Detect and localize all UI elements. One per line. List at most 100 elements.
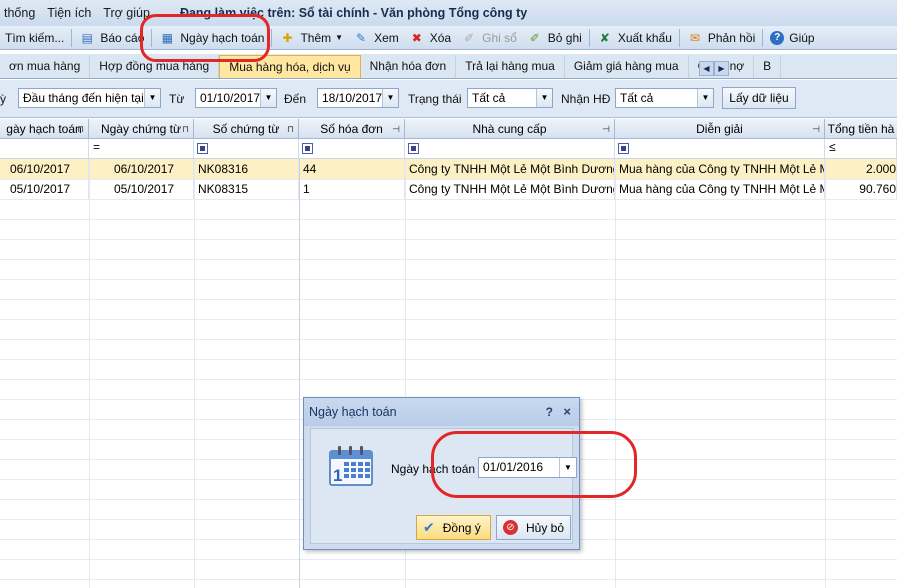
toolbar-separator: [271, 28, 273, 47]
invoice-value: Tất cả: [620, 91, 654, 105]
unpost-button[interactable]: ✐ Bỏ ghi: [522, 27, 587, 49]
period-select[interactable]: Đầu tháng đến hiện tại ▼: [18, 88, 161, 108]
table-row-cell[interactable]: Mua hàng của Công ty TNHH Một Lẻ M: [615, 159, 825, 179]
filter-cell[interactable]: [299, 139, 405, 159]
filter-cell[interactable]: [615, 139, 825, 159]
table-row-cell[interactable]: Công ty TNHH Một Lẻ Một Bình Dương: [405, 179, 615, 199]
pin-icon[interactable]: ⊣: [392, 119, 400, 138]
column-header-posting-date[interactable]: gày hạch toán ⊓: [0, 119, 89, 139]
pin-icon[interactable]: ⊣: [602, 119, 610, 138]
view-button[interactable]: ✎ Xem: [348, 27, 404, 49]
help-button[interactable]: ? Giúp: [765, 27, 819, 49]
table-row-cell[interactable]: NK08315: [194, 179, 299, 199]
pin-icon[interactable]: ⊓: [287, 119, 294, 138]
export-button[interactable]: ✘ Xuất khẩu: [592, 27, 677, 49]
tab-more[interactable]: B: [754, 55, 782, 78]
chevron-left-icon[interactable]: ◀: [699, 61, 714, 76]
envelope-icon: ✉: [689, 30, 700, 45]
tab-receive-invoice[interactable]: Nhận hóa đơn: [361, 55, 457, 78]
pin-icon[interactable]: ⊣: [812, 119, 820, 138]
column-header-total[interactable]: Tổng tiền hà: [825, 119, 897, 139]
posting-date-value: 01/01/2016: [483, 460, 544, 474]
posting-date-label: Ngày hạch toán: [180, 30, 265, 45]
table-row-cell[interactable]: Công ty TNHH Một Lẻ Một Bình Dương: [405, 159, 615, 179]
chevron-right-icon[interactable]: ▶: [714, 61, 729, 76]
chevron-down-icon[interactable]: ▼: [260, 89, 276, 107]
add-button[interactable]: ✚ Thêm ▼: [274, 27, 348, 49]
table-row-cell[interactable]: 1: [299, 179, 405, 199]
column-header-supplier[interactable]: Nhà cung cấp ⊣: [405, 119, 615, 139]
feedback-button[interactable]: ✉ Phản hồi: [682, 27, 760, 49]
table-row-cell[interactable]: 2.000: [825, 159, 897, 179]
table-row-cell[interactable]: 05/10/2017: [89, 179, 194, 199]
column-header-voucher-no[interactable]: Số chứng từ ⊓: [194, 119, 299, 139]
help-icon: ?: [770, 30, 785, 45]
report-button[interactable]: ▤ Báo cáo: [74, 27, 149, 49]
filter-icon[interactable]: [618, 143, 629, 154]
column-header-description[interactable]: Diễn giải ⊣: [615, 119, 825, 139]
toolbar-separator: [588, 28, 590, 47]
posting-date-button[interactable]: ▦ Ngày hạch toán: [154, 27, 269, 49]
filter-icon[interactable]: [302, 143, 313, 154]
pin-icon[interactable]: ⊓: [77, 119, 84, 138]
filter-cell[interactable]: =: [89, 139, 194, 159]
column-divider: [194, 159, 195, 588]
ok-button[interactable]: ✔ Đồng ý: [416, 515, 491, 540]
table-row-cell[interactable]: Mua hàng của Công ty TNHH Một Lẻ M: [615, 179, 825, 199]
dialog-title: Ngày hạch toán: [304, 398, 579, 426]
chevron-down-icon[interactable]: ▼: [697, 89, 713, 107]
filter-cell[interactable]: [0, 139, 89, 159]
row-divider: [0, 379, 897, 380]
menu-utilities[interactable]: Tiện ích: [43, 6, 99, 20]
table-row-cell[interactable]: NK08316: [194, 159, 299, 179]
filter-operator[interactable]: ≤: [829, 140, 836, 154]
close-icon[interactable]: ×: [563, 404, 571, 419]
check-icon: ✔: [423, 519, 435, 535]
posting-date-field[interactable]: 01/01/2016 ▼: [478, 457, 577, 478]
post-button[interactable]: ✐ Ghi sổ: [456, 27, 522, 49]
status-select[interactable]: Tất cả ▼: [467, 88, 553, 108]
eraser-icon: ✐: [529, 30, 540, 45]
filter-icon[interactable]: [408, 143, 419, 154]
cancel-button[interactable]: ⊘ Hủy bỏ: [496, 515, 571, 540]
chevron-down-icon[interactable]: ▼: [382, 89, 398, 107]
column-header-voucher-date[interactable]: Ngày chứng từ ⊓: [89, 119, 194, 139]
report-icon: ▤: [81, 30, 94, 45]
table-row-cell[interactable]: 06/10/2017: [89, 159, 194, 179]
table-row-cell[interactable]: 44: [299, 159, 405, 179]
fetch-data-button[interactable]: Lấy dữ liệu: [722, 87, 796, 109]
header-label: gày hạch toán: [6, 122, 82, 136]
filter-cell[interactable]: ≤: [825, 139, 897, 159]
to-date-field[interactable]: 18/10/2017 ▼: [317, 88, 399, 108]
tab-purchase-discount[interactable]: Giảm giá hàng mua: [565, 55, 689, 78]
toolbar-separator: [762, 28, 764, 47]
status-label: Trạng thái: [408, 92, 462, 106]
column-header-invoice-no[interactable]: Số hóa đơn ⊣: [299, 119, 405, 139]
filter-cell[interactable]: [194, 139, 299, 159]
chevron-down-icon[interactable]: ▼: [559, 458, 576, 477]
invoice-select[interactable]: Tất cả ▼: [615, 88, 714, 108]
from-label: Từ: [169, 92, 185, 106]
filter-operator[interactable]: =: [93, 140, 100, 154]
menu-system[interactable]: thống: [0, 6, 43, 20]
pin-icon[interactable]: ⊓: [182, 119, 189, 138]
chevron-down-icon[interactable]: ▼: [144, 89, 160, 107]
chevron-down-icon[interactable]: ▼: [536, 89, 552, 107]
period-label: ỳ: [0, 92, 6, 106]
filter-icon[interactable]: [197, 143, 208, 154]
toolbar-separator: [151, 28, 153, 47]
tab-purchase-return[interactable]: Trả lại hàng mua: [456, 55, 565, 78]
tab-purchase-contract[interactable]: Hợp đồng mua hàng: [90, 55, 220, 78]
table-row-cell[interactable]: 90.760: [825, 179, 897, 199]
search-button[interactable]: Tìm kiếm...: [0, 27, 69, 49]
tab-purchase-goods-services[interactable]: Mua hàng hóa, dịch vụ: [219, 55, 361, 78]
toolbar-separator: [678, 28, 680, 47]
table-row-cell[interactable]: 05/10/2017: [0, 179, 89, 199]
help-icon[interactable]: ?: [546, 405, 553, 419]
tab-purchase-order[interactable]: ơn mua hàng: [0, 55, 91, 78]
filter-cell[interactable]: [405, 139, 615, 159]
menu-help[interactable]: Trợ giúp: [99, 6, 158, 20]
from-date-field[interactable]: 01/10/2017 ▼: [195, 88, 277, 108]
delete-button[interactable]: ✖ Xóa: [404, 27, 456, 49]
table-row-cell[interactable]: 06/10/2017: [0, 159, 89, 179]
